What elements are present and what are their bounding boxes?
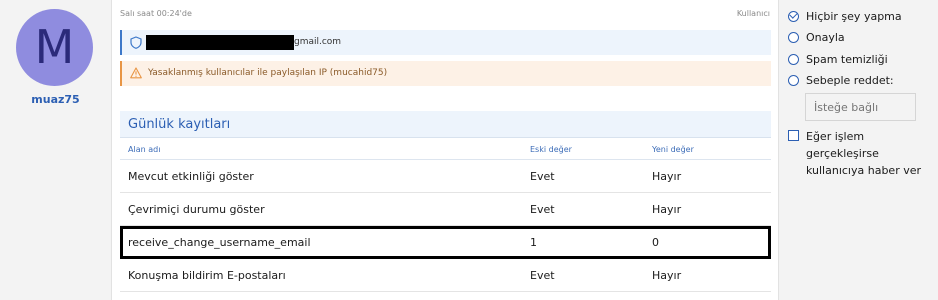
- radio-icon[interactable]: [788, 75, 799, 86]
- field-name: Çevrimiçi durumu göster: [128, 203, 265, 216]
- user-column: M muaz75: [0, 0, 111, 300]
- moderation-options: Hiçbir şey yapma Onayla Spam temizliği S…: [786, 0, 938, 300]
- email-notice: gmail.com: [120, 30, 771, 55]
- column-new-value: Yeni değer: [652, 145, 694, 154]
- email-domain: gmail.com: [294, 37, 342, 47]
- user-link[interactable]: Kullanıcı: [737, 9, 770, 18]
- change-log-header: Alan adı Eski değer Yeni değer: [120, 138, 771, 160]
- notify-label: Eğer işlem gerçekleşirse kullanıcıya hab…: [806, 130, 922, 177]
- old-value: Evet: [530, 269, 555, 282]
- radio-icon[interactable]: [788, 54, 799, 65]
- new-value: 0: [652, 236, 659, 249]
- field-name: receive_change_username_email: [128, 236, 311, 249]
- new-value: Hayır: [652, 170, 682, 183]
- warning-icon: [130, 67, 142, 79]
- change-log: Günlük kayıtları Alan adı Eski değer Yen…: [120, 111, 771, 292]
- radio-icon[interactable]: [788, 32, 799, 43]
- radio-checked-icon[interactable]: [788, 11, 799, 22]
- timestamp: Salı saat 00:24'de: [120, 9, 192, 18]
- table-row-highlighted: receive_change_username_email 1 0: [120, 226, 771, 259]
- main-panel: Salı saat 00:24'de Kullanıcı gmail.com Y…: [111, 0, 779, 300]
- table-row: Çevrimiçi durumu göster Evet Hayır: [120, 193, 771, 226]
- avatar[interactable]: M: [16, 9, 93, 86]
- new-value: Hayır: [652, 203, 682, 216]
- column-field-name: Alan adı: [128, 145, 161, 154]
- new-value: Hayır: [652, 269, 682, 282]
- field-name: Konuşma bildirim E-postaları: [128, 269, 286, 282]
- field-name: Mevcut etkinliği göster: [128, 170, 254, 183]
- meta-row: Salı saat 00:24'de Kullanıcı: [120, 9, 770, 21]
- column-old-value: Eski değer: [530, 145, 572, 154]
- table-row: Mevcut etkinliği göster Evet Hayır: [120, 160, 771, 193]
- redacted-email-block: [146, 35, 294, 50]
- change-log-title: Günlük kayıtları: [120, 111, 771, 138]
- shared-ip-text: Yasaklanmış kullanıcılar ile paylaşılan …: [148, 68, 388, 78]
- old-value: Evet: [530, 203, 555, 216]
- shield-icon: [130, 36, 142, 49]
- option-label: Hiçbir şey yapma: [806, 10, 902, 23]
- shared-ip-notice: Yasaklanmış kullanıcılar ile paylaşılan …: [120, 61, 771, 86]
- username-link[interactable]: muaz75: [0, 93, 111, 106]
- option-label: Onayla: [806, 31, 845, 44]
- reason-input[interactable]: [805, 93, 916, 121]
- checkbox-icon[interactable]: [788, 130, 799, 141]
- option-label: Sebeple reddet:: [806, 74, 894, 87]
- table-row: Konuşma bildirim E-postaları Evet Hayır: [120, 259, 771, 292]
- old-value: 1: [530, 236, 537, 249]
- option-label: Spam temizliği: [806, 53, 888, 66]
- old-value: Evet: [530, 170, 555, 183]
